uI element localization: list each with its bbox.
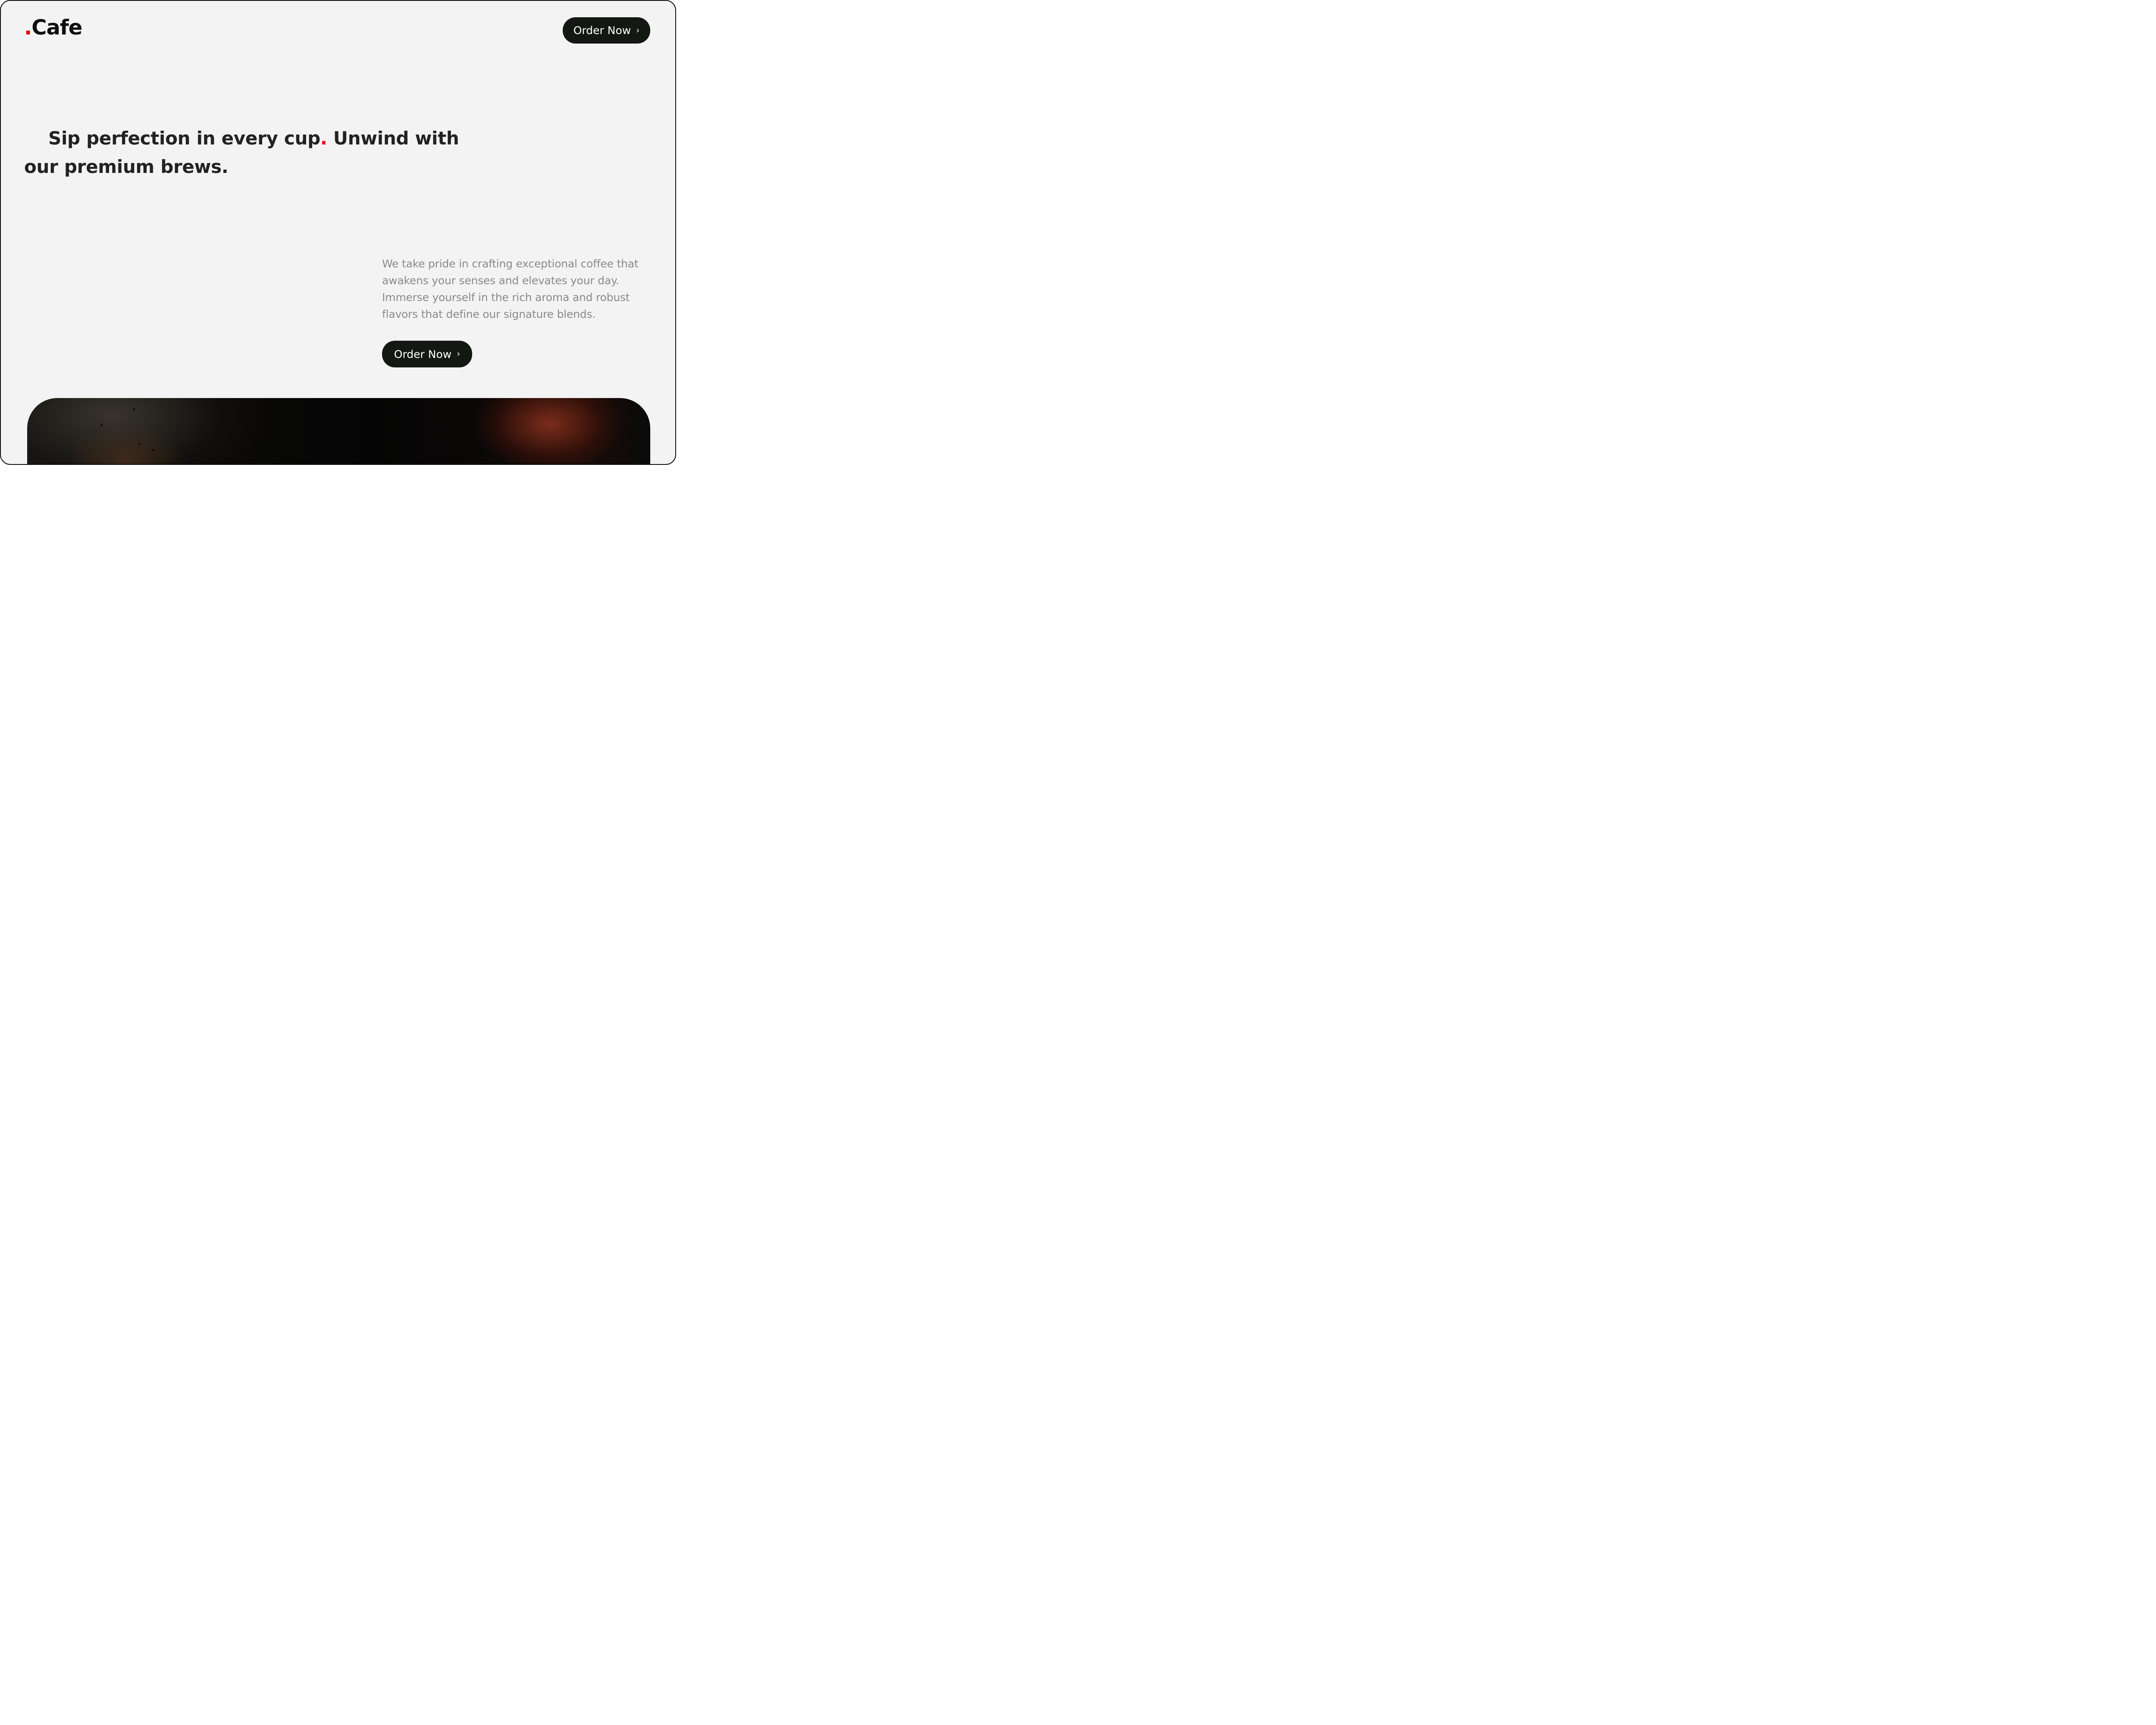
photo-speck [138,443,141,445]
logo-text: Cafe [31,16,82,40]
hero-description: We take pride in crafting exceptional co… [382,257,639,320]
logo[interactable]: .Cafe [24,17,82,38]
hero-headline: Sip perfection in every cup. Unwind with… [24,124,481,181]
header-order-now-button[interactable]: Order Now › [563,17,650,44]
page-frame: .Cafe Order Now › Sip perfection in ever… [0,0,676,465]
hero-order-now-button[interactable]: Order Now › [382,341,472,367]
header-order-now-label: Order Now [573,24,631,37]
hero-order-now-label: Order Now [394,348,452,361]
photo-speck [152,449,154,451]
logo-dot: . [24,16,32,40]
chevron-right-icon: › [636,25,640,35]
photo-speck [100,424,103,426]
photo-speck [133,408,135,411]
headline-part-1: Sip perfection in every cup [48,128,320,149]
coffee-photo [27,398,650,464]
headline-accent-dot: . [320,128,327,149]
chevron-right-icon: › [457,348,461,359]
